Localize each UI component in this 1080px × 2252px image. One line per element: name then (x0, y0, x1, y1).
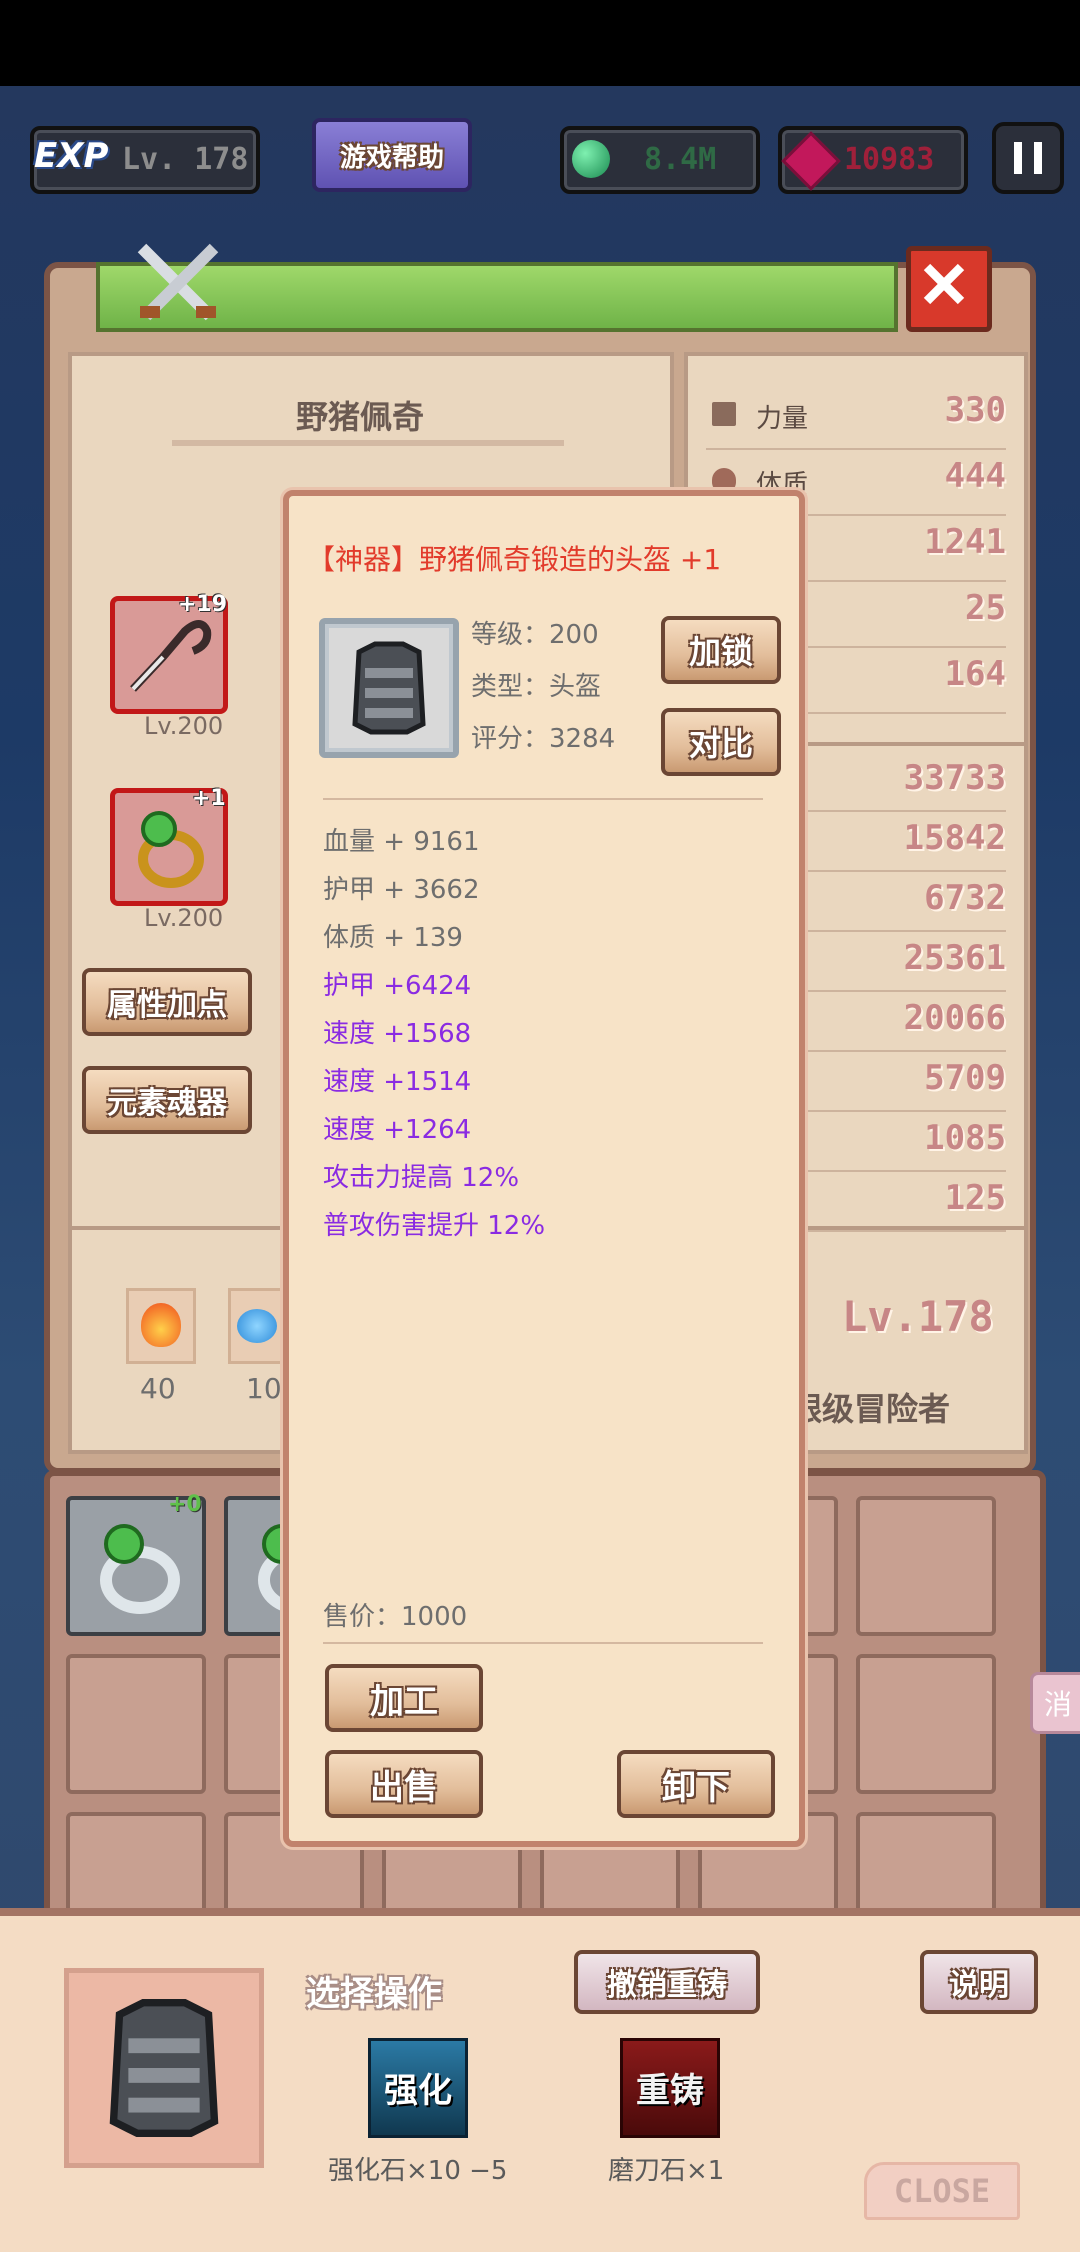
stat-value: 5709 (924, 1058, 1006, 1098)
helmet-icon (109, 1998, 219, 2138)
item-detail-popup: 【神器】野猪佩奇锻造的头盔 +1 等级：200 类型：头盔 评分：3284 加锁… (283, 490, 805, 1847)
undo-recast-button[interactable]: 撤销重铸 (574, 1950, 760, 2014)
item-type: 类型：头盔 (471, 672, 602, 702)
item-title: 【神器】野猪佩奇锻造的头盔 +1 (307, 543, 722, 576)
fire-element-count: 40 (140, 1372, 176, 1405)
item-stats-list: 血量 + 9161 护甲 + 3662 体质 + 139 护甲 +6424 速度 +15… (323, 818, 763, 1250)
player-level: Lv. 178 (122, 142, 249, 177)
red-currency-value: 10983 (844, 142, 935, 177)
sell-button[interactable]: 出售 (325, 1750, 483, 1818)
stat-value: 164 (944, 654, 1006, 694)
hero-big-level: Lv.178 (842, 1292, 994, 1341)
stat-value: 25361 (903, 938, 1006, 978)
pause-button[interactable] (992, 122, 1064, 194)
water-element-count: 10 (246, 1372, 282, 1405)
stat-value: 330 (944, 390, 1006, 430)
explain-button[interactable]: 说明 (920, 1950, 1038, 2014)
price-divider (323, 1642, 763, 1644)
first-slot-bonus: +0 (168, 1492, 202, 1517)
red-currency-pill: 10983 (778, 126, 968, 194)
element-soul-button[interactable]: 元素魂器 (82, 1066, 252, 1134)
close-button[interactable]: CLOSE (864, 2162, 1020, 2220)
item-icon-frame (319, 618, 459, 758)
enhance-cost: 强化石×10 −5 (328, 2156, 508, 2186)
water-element-icon (228, 1288, 289, 1364)
base-stat: 护甲 + 3662 (323, 875, 480, 905)
weapon-bonus: +19 (178, 592, 228, 617)
strength-icon (712, 402, 736, 426)
bonus-stat: 速度 +1514 (323, 1067, 472, 1097)
rank-title: 银级冒险者 (790, 1390, 951, 1428)
stat-value: 1085 (924, 1118, 1006, 1158)
emerald-icon (572, 140, 610, 178)
stat-value: 6732 (924, 878, 1006, 918)
heart-icon (712, 468, 736, 492)
item-score: 评分：3284 (471, 724, 616, 754)
weapon-level: Lv.200 (144, 712, 224, 740)
stat-value: 33733 (903, 758, 1006, 798)
enhance-label: 强化 (384, 2071, 452, 2111)
enhance-option[interactable]: 强化 (368, 2038, 468, 2138)
stat-value: 1241 (924, 522, 1006, 562)
base-stat: 体质 + 139 (323, 923, 463, 953)
inventory-slot[interactable] (66, 1496, 206, 1636)
ring-bonus: +1 (192, 786, 226, 811)
hero-name: 野猪佩奇 (296, 398, 425, 436)
crossed-swords-icon (132, 238, 224, 330)
attribute-points-button[interactable]: 属性加点 (82, 968, 252, 1036)
pause-icon (1014, 142, 1022, 174)
helmet-icon (352, 641, 426, 735)
exp-level-pill: EXP Lv. 178 (30, 126, 260, 194)
fire-element-icon (126, 1288, 196, 1364)
inventory-slot[interactable] (856, 1496, 996, 1636)
inventory-slot[interactable] (66, 1654, 206, 1794)
bonus-stat: 普攻伤害提升 12% (323, 1211, 546, 1241)
green-currency-pill: 8.4M (560, 126, 760, 194)
side-tab[interactable]: 消 (1030, 1672, 1080, 1734)
recast-label: 重铸 (636, 2071, 704, 2111)
game-help-button[interactable]: 游戏帮助 (312, 118, 472, 192)
green-currency-value: 8.4M (644, 142, 717, 177)
ring-level: Lv.200 (144, 904, 224, 932)
stat-label: 力量 (756, 404, 809, 434)
stat-value: 125 (944, 1178, 1006, 1218)
stats-divider (323, 798, 763, 800)
compare-button[interactable]: 对比 (661, 708, 781, 776)
bonus-stat: 攻击力提高 12% (323, 1163, 520, 1193)
stat-value: 25 (965, 588, 1006, 628)
bonus-stat: 速度 +1568 (323, 1019, 472, 1049)
selected-item-frame (64, 1968, 264, 2168)
bonus-stat: 护甲 +6424 (323, 971, 472, 1001)
lock-button[interactable]: 加锁 (661, 616, 781, 684)
close-icon (923, 263, 965, 305)
operations-title: 选择操作 (306, 1974, 442, 2014)
stat-row: 力量 330 (706, 384, 1006, 450)
recast-cost: 磨刀石×1 (608, 2156, 725, 2186)
inventory-slot[interactable] (856, 1654, 996, 1794)
ruby-icon (781, 131, 841, 191)
exp-icon: EXP (34, 136, 109, 176)
stat-value: 15842 (903, 818, 1006, 858)
item-price: 售价：1000 (323, 1602, 468, 1632)
name-divider (172, 440, 564, 446)
close-panel-button[interactable] (906, 246, 992, 332)
process-button[interactable]: 加工 (325, 1664, 483, 1732)
stat-value: 20066 (903, 998, 1006, 1038)
unequip-button[interactable]: 卸下 (617, 1750, 775, 1818)
whip-weapon-icon (130, 620, 212, 692)
base-stat: 血量 + 9161 (323, 827, 480, 857)
silver-ring-icon (100, 1524, 180, 1614)
stat-value: 444 (944, 456, 1006, 496)
item-level: 等级：200 (471, 620, 599, 650)
recast-option[interactable]: 重铸 (620, 2038, 720, 2138)
status-bar (0, 0, 1080, 86)
bonus-stat: 速度 +1264 (323, 1115, 472, 1145)
